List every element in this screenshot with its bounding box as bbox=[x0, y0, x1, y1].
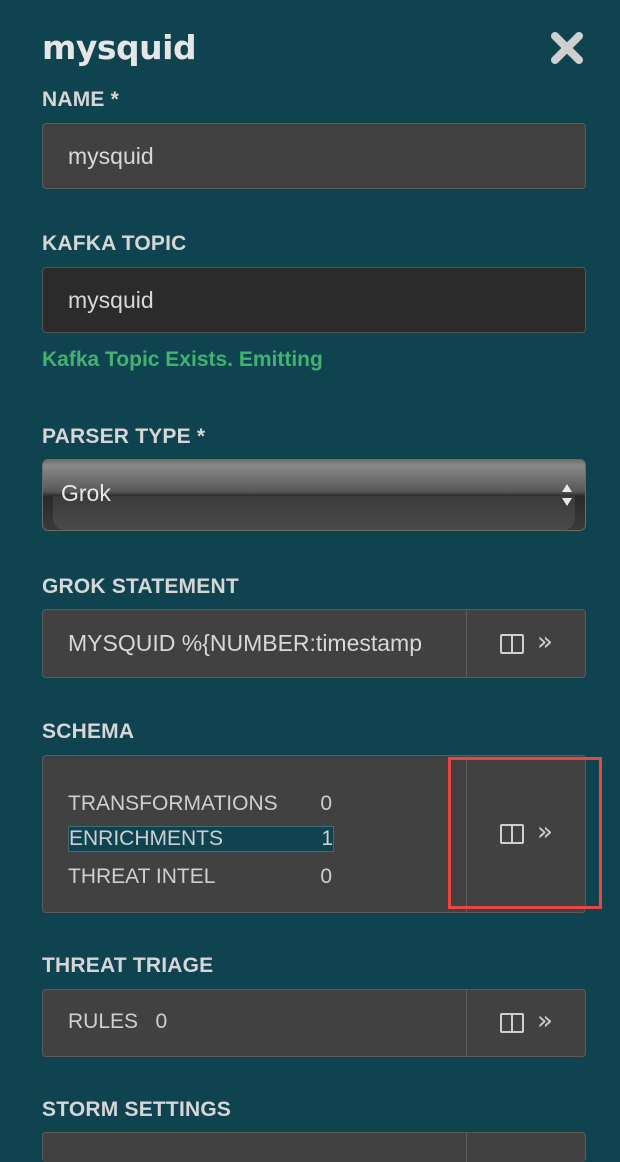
schema-row-name: TRANSFORMATIONS bbox=[68, 792, 278, 815]
schema-row-count: 0 bbox=[320, 792, 332, 815]
split-panel-icon bbox=[500, 1013, 524, 1033]
schema-row-transformations: TRANSFORMATIONS 0 bbox=[68, 792, 332, 816]
name-label: NAME * bbox=[42, 88, 120, 111]
rules-label: RULES bbox=[68, 1010, 139, 1033]
select-arrows-icon bbox=[562, 484, 572, 506]
storm-settings-box bbox=[42, 1132, 586, 1162]
kafka-topic-status: Kafka Topic Exists. Emitting bbox=[42, 348, 323, 371]
parser-type-value: Grok bbox=[61, 480, 111, 506]
threat-triage-box: RULES 0 » bbox=[42, 989, 586, 1057]
panel-title: mysquid bbox=[42, 28, 197, 67]
grok-statement-label: GROK STATEMENT bbox=[42, 575, 239, 598]
kafka-topic-input[interactable]: mysquid bbox=[42, 267, 586, 333]
schema-button-highlight bbox=[448, 757, 602, 909]
rules-count: 0 bbox=[155, 1010, 168, 1033]
grok-statement-value: MYSQUID %{NUMBER:timestamp bbox=[68, 630, 423, 656]
threat-triage-label: THREAT TRIAGE bbox=[42, 954, 214, 977]
grok-statement-box: MYSQUID %{NUMBER:timestamp » bbox=[42, 609, 586, 678]
schema-label: SCHEMA bbox=[42, 720, 135, 743]
name-input[interactable]: mysquid bbox=[42, 123, 586, 189]
schema-row-count: 0 bbox=[320, 865, 332, 888]
storm-expand-button[interactable] bbox=[467, 1133, 585, 1162]
kafka-topic-label: KAFKA TOPIC bbox=[42, 232, 187, 255]
grok-expand-button[interactable]: » bbox=[467, 610, 585, 677]
schema-row-name: ENRICHMENTS bbox=[69, 827, 224, 850]
schema-row-enrichments: ENRICHMENTS 1 bbox=[68, 826, 334, 852]
rules-summary: RULES 0 bbox=[68, 1010, 167, 1034]
double-chevron-right-icon: » bbox=[537, 627, 553, 657]
double-chevron-right-icon: » bbox=[537, 1006, 553, 1036]
storm-settings-label: STORM SETTINGS bbox=[42, 1098, 232, 1121]
schema-row-name: THREAT INTEL bbox=[68, 865, 216, 888]
triage-expand-button[interactable]: » bbox=[467, 990, 585, 1056]
schema-row-count: 1 bbox=[321, 827, 333, 850]
split-panel-icon bbox=[500, 634, 524, 654]
schema-row-threat-intel: THREAT INTEL 0 bbox=[68, 865, 332, 889]
parser-type-label: PARSER TYPE * bbox=[42, 425, 206, 448]
close-icon[interactable] bbox=[549, 30, 585, 66]
select-inner bbox=[53, 496, 575, 530]
parser-type-select[interactable]: Grok bbox=[42, 459, 586, 531]
